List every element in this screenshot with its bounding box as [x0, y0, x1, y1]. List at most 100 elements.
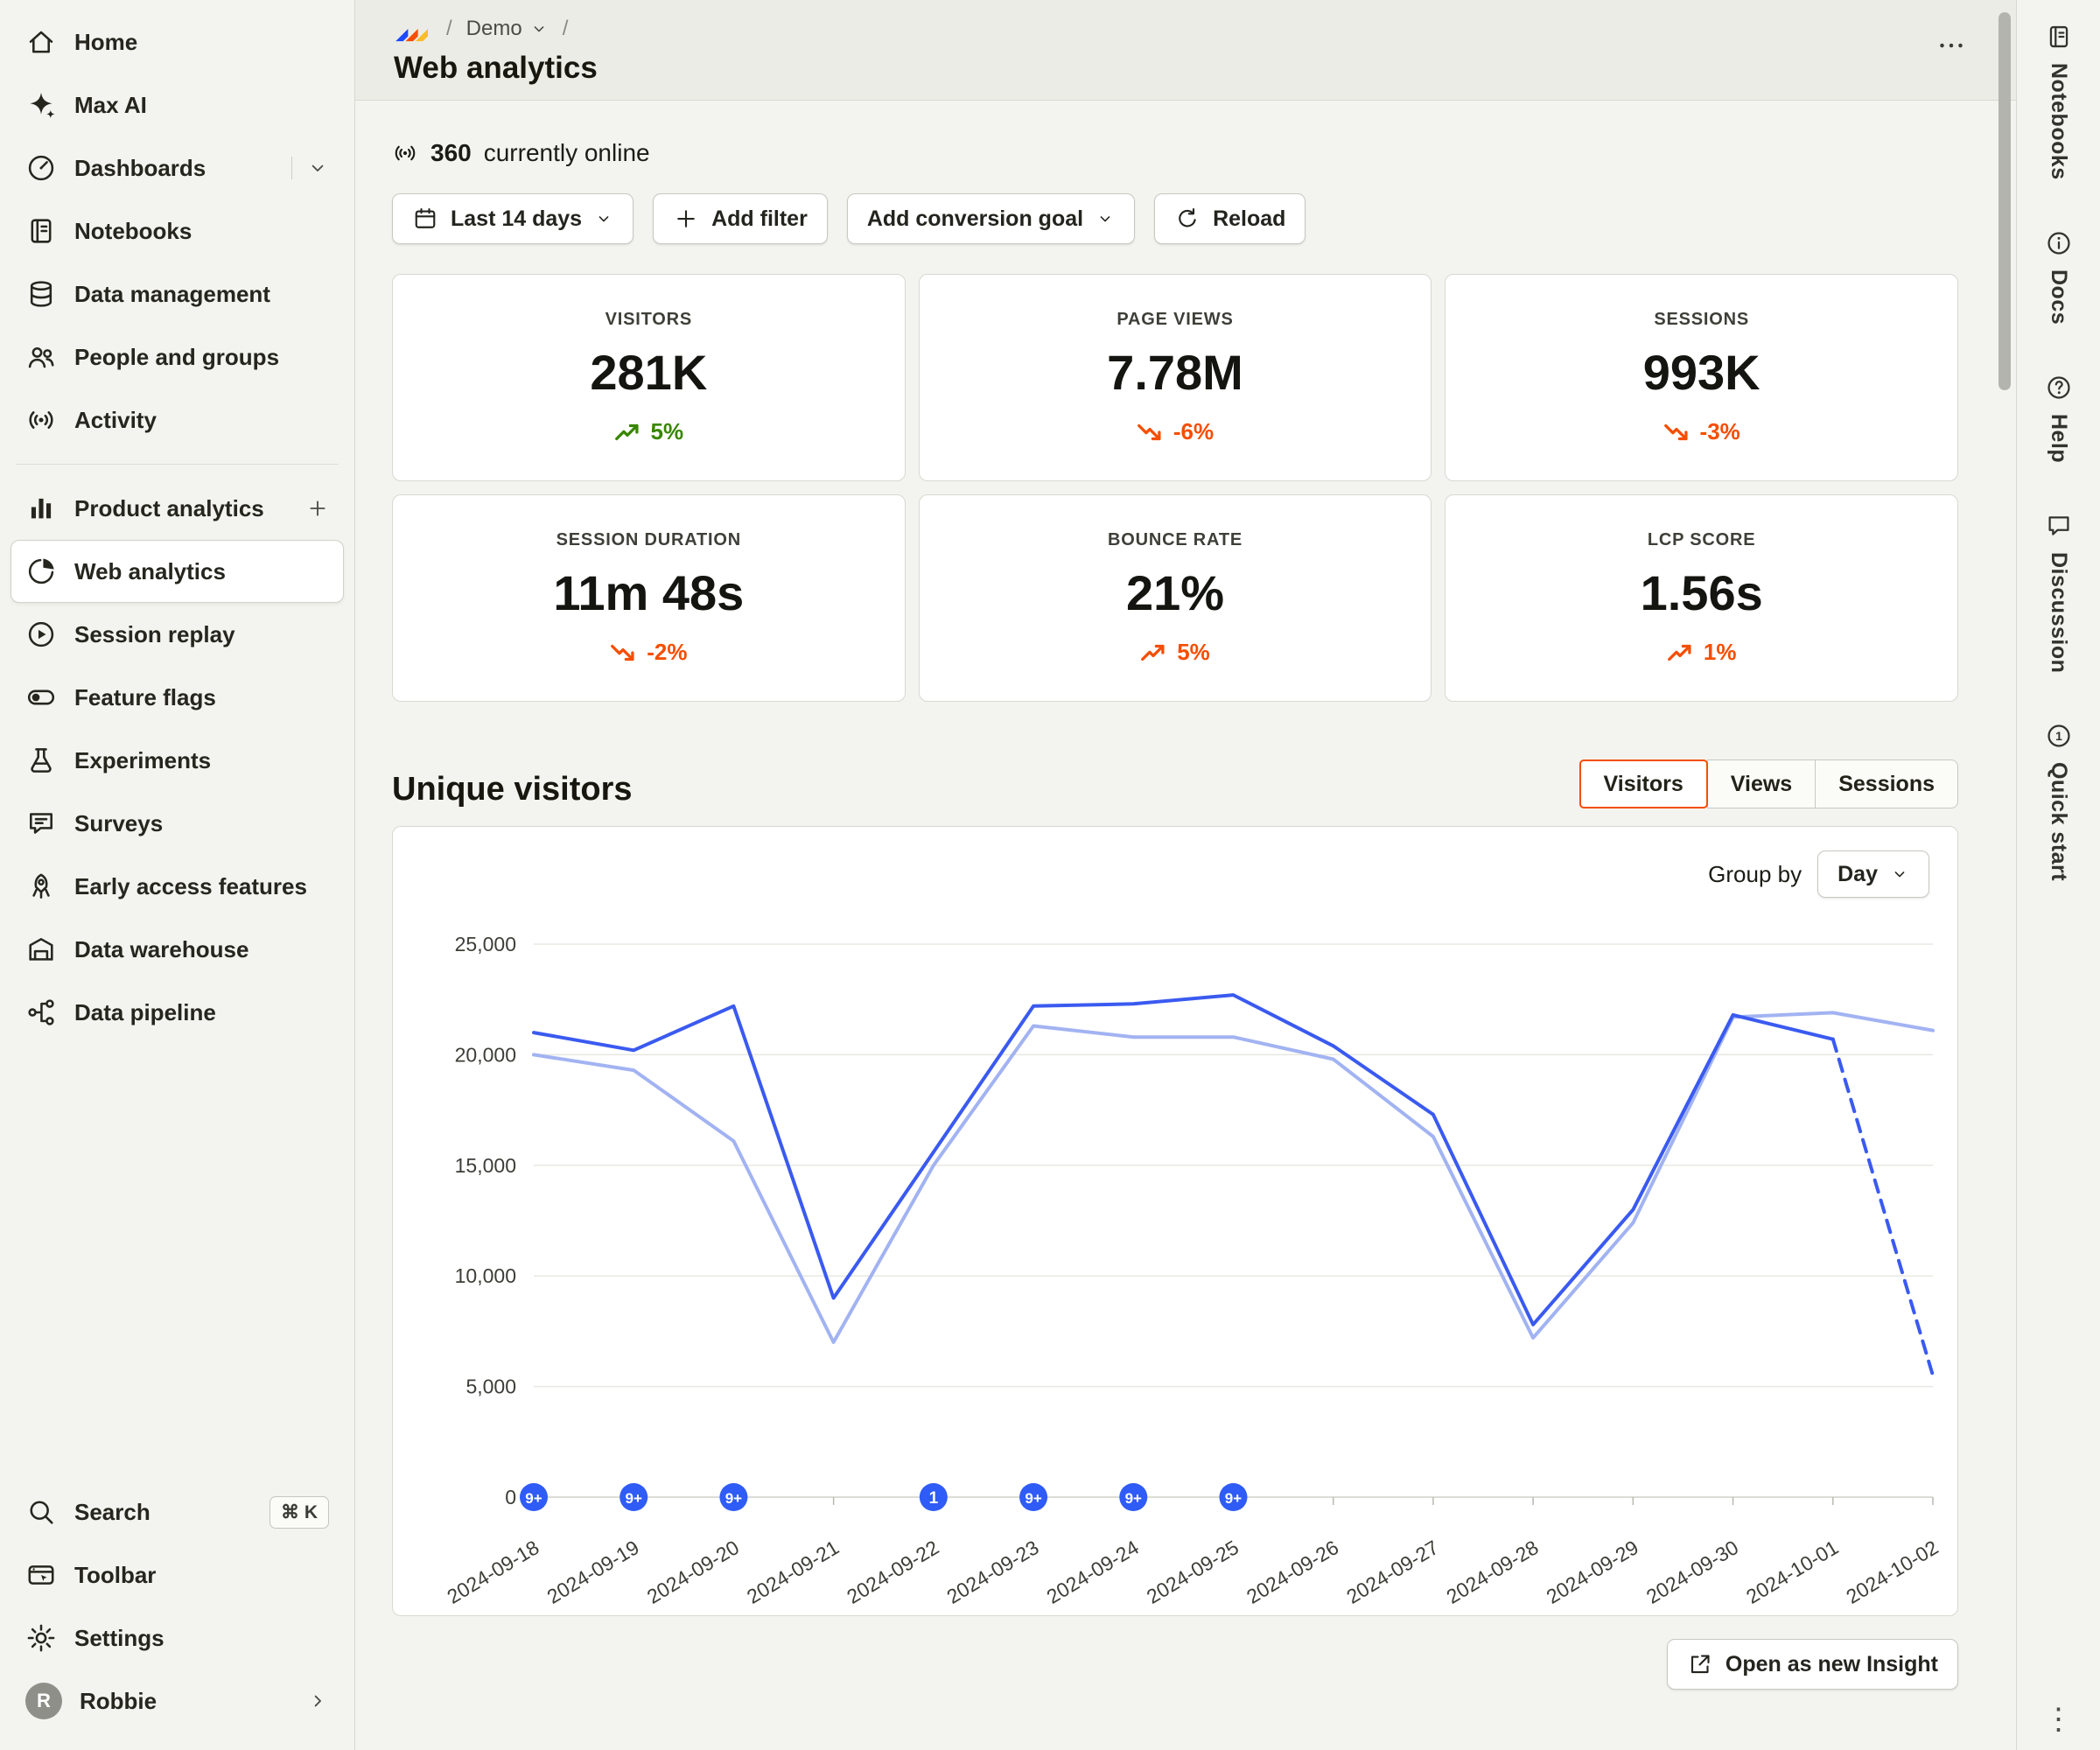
- sidebar-item-experiments[interactable]: Experiments: [10, 729, 344, 792]
- sidebar-item-activity[interactable]: Activity: [10, 388, 344, 452]
- annotation-badge[interactable]: 9+: [1220, 1483, 1248, 1511]
- sidebar-item-web-analytics[interactable]: Web analytics: [10, 540, 344, 603]
- tab-visitors[interactable]: Visitors: [1579, 760, 1708, 808]
- svg-text:9+: 9+: [1125, 1490, 1142, 1507]
- tab-views[interactable]: Views: [1707, 760, 1816, 808]
- metric-trend-value: -6%: [1173, 418, 1214, 445]
- sparkle-icon: [25, 89, 57, 121]
- date-range-button[interactable]: Last 14 days: [392, 193, 634, 244]
- svg-text:2024-09-18: 2024-09-18: [443, 1536, 542, 1608]
- rail-item-docs[interactable]: Docs: [2045, 229, 2073, 325]
- sidebar-item-max-ai[interactable]: Max AI: [10, 74, 344, 136]
- sidebar-item-label: Session replay: [74, 621, 329, 648]
- bar-chart-icon: [25, 493, 57, 524]
- rail-item-label: Discussion: [2046, 552, 2071, 673]
- metric-tile-bounce-rate[interactable]: BOUNCE RATE21%5%: [919, 494, 1432, 702]
- sidebar-item-early-access-features[interactable]: Early access features: [10, 855, 344, 918]
- svg-text:10,000: 10,000: [455, 1264, 516, 1287]
- sidebar-item-session-replay[interactable]: Session replay: [10, 603, 344, 666]
- metric-tile-sessions[interactable]: SESSIONS993K-3%: [1445, 274, 1958, 481]
- metrics-grid: VISITORS281K5%PAGE VIEWS7.78M-6%SESSIONS…: [392, 274, 1958, 702]
- rail-item-quick-start[interactable]: 1Quick start: [2045, 722, 2073, 881]
- tab-sessions[interactable]: Sessions: [1815, 760, 1958, 808]
- expand-control[interactable]: [306, 1690, 329, 1712]
- sidebar-item-people-and-groups[interactable]: People and groups: [10, 326, 344, 388]
- more-icon: [1936, 30, 1967, 61]
- metric-trend: 5%: [1140, 639, 1210, 666]
- svg-text:2024-09-19: 2024-09-19: [543, 1536, 643, 1608]
- page-content: 360 currently online Last 14 days Add fi…: [355, 101, 2016, 1750]
- sidebar-item-data-management[interactable]: Data management: [10, 262, 344, 326]
- app-logo[interactable]: [394, 14, 432, 44]
- metric-tile-session-duration[interactable]: SESSION DURATION11m 48s-2%: [392, 494, 906, 702]
- sidebar-item-label: Feature flags: [74, 684, 329, 711]
- svg-text:2024-09-23: 2024-09-23: [942, 1536, 1042, 1608]
- chevron-down-icon-wrap: [1096, 209, 1115, 228]
- metric-tile-visitors[interactable]: VISITORS281K5%: [392, 274, 906, 481]
- svg-text:9+: 9+: [626, 1490, 642, 1507]
- sidebar-item-data-pipeline[interactable]: Data pipeline: [10, 981, 344, 1044]
- metric-trend-value: 5%: [1177, 639, 1210, 666]
- annotation-badge[interactable]: 9+: [1019, 1483, 1047, 1511]
- annotation-badge[interactable]: 9+: [520, 1483, 548, 1511]
- sidebar-divider: [16, 464, 339, 465]
- rail-item-discussion[interactable]: Discussion: [2045, 512, 2073, 673]
- breadcrumb-separator: /: [446, 17, 452, 41]
- metric-tile-page-views[interactable]: PAGE VIEWS7.78M-6%: [919, 274, 1432, 481]
- rail-item-help[interactable]: Help: [2045, 374, 2073, 463]
- calendar-icon: [412, 206, 438, 232]
- rocket-icon: [25, 871, 57, 902]
- rail-item-label: Help: [2046, 414, 2071, 463]
- sidebar-item-data-warehouse[interactable]: Data warehouse: [10, 918, 344, 981]
- chevron-down-icon: [1096, 209, 1115, 228]
- pie-chart-icon: [25, 556, 57, 587]
- breadcrumb-project[interactable]: Demo: [466, 17, 549, 41]
- unique-visitors-chart[interactable]: 05,00010,00015,00020,00025,0002024-09-18…: [393, 904, 1957, 1614]
- open-as-new-insight-button[interactable]: Open as new Insight: [1667, 1639, 1958, 1690]
- chevron-down-icon-wrap: [1890, 864, 1909, 884]
- annotation-badge[interactable]: 9+: [1119, 1483, 1147, 1511]
- metric-tabs: VisitorsViewsSessions: [1580, 760, 1958, 808]
- sidebar-item-settings[interactable]: Settings: [10, 1606, 344, 1670]
- reload-button[interactable]: Reload: [1154, 193, 1306, 244]
- annotation-badge[interactable]: 9+: [719, 1483, 747, 1511]
- annotation-badge[interactable]: 9+: [620, 1483, 648, 1511]
- annotation-badge[interactable]: 1: [920, 1483, 948, 1511]
- info-icon: [2045, 229, 2073, 257]
- add-conversion-goal-button[interactable]: Add conversion goal: [847, 193, 1135, 244]
- rail-overflow-button[interactable]: ⋮: [2044, 1704, 2074, 1734]
- flask-icon: [25, 745, 57, 776]
- sidebar-item-search[interactable]: Search⌘ K: [10, 1480, 344, 1544]
- svg-text:2024-09-22: 2024-09-22: [843, 1536, 942, 1608]
- metric-label: PAGE VIEWS: [1116, 310, 1233, 330]
- help-icon: [2045, 374, 2073, 402]
- chevron-down-icon: [529, 19, 549, 38]
- sidebar-item-label: Web analytics: [74, 558, 329, 585]
- open-external-icon-wrap: [1687, 1651, 1713, 1677]
- svg-text:2024-09-28: 2024-09-28: [1442, 1536, 1542, 1608]
- add-control[interactable]: [306, 497, 329, 520]
- group-by-select[interactable]: Day: [1817, 850, 1929, 898]
- rail-item-notebooks[interactable]: Notebooks: [2045, 23, 2073, 180]
- scrollbar[interactable]: [1998, 12, 2011, 390]
- sidebar-item-notebooks[interactable]: Notebooks: [10, 200, 344, 262]
- metric-trend: 5%: [614, 418, 684, 445]
- metric-tile-lcp-score[interactable]: LCP SCORE1.56s1%: [1445, 494, 1958, 702]
- sidebar-item-dashboards[interactable]: Dashboards: [10, 136, 344, 200]
- sidebar-item-robbie[interactable]: RRobbie: [10, 1670, 344, 1732]
- add-filter-button[interactable]: Add filter: [653, 193, 828, 244]
- chevron-down-icon: [1890, 864, 1909, 884]
- discussion-icon: [2045, 512, 2073, 540]
- sidebar-item-home[interactable]: Home: [10, 10, 344, 74]
- trend-down-icon: [1663, 423, 1690, 442]
- sidebar-item-toolbar[interactable]: Toolbar: [10, 1544, 344, 1606]
- expand-control[interactable]: [291, 157, 329, 179]
- svg-text:1: 1: [2055, 729, 2062, 743]
- sidebar-item-surveys[interactable]: Surveys: [10, 792, 344, 855]
- rail-item-label: Notebooks: [2046, 63, 2071, 180]
- breadcrumb-project-label: Demo: [466, 17, 522, 41]
- sidebar-item-product-analytics[interactable]: Product analytics: [10, 477, 344, 540]
- sidebar-item-feature-flags[interactable]: Feature flags: [10, 666, 344, 729]
- more-options-button[interactable]: [1936, 30, 1967, 64]
- metric-trend: -3%: [1663, 418, 1740, 445]
